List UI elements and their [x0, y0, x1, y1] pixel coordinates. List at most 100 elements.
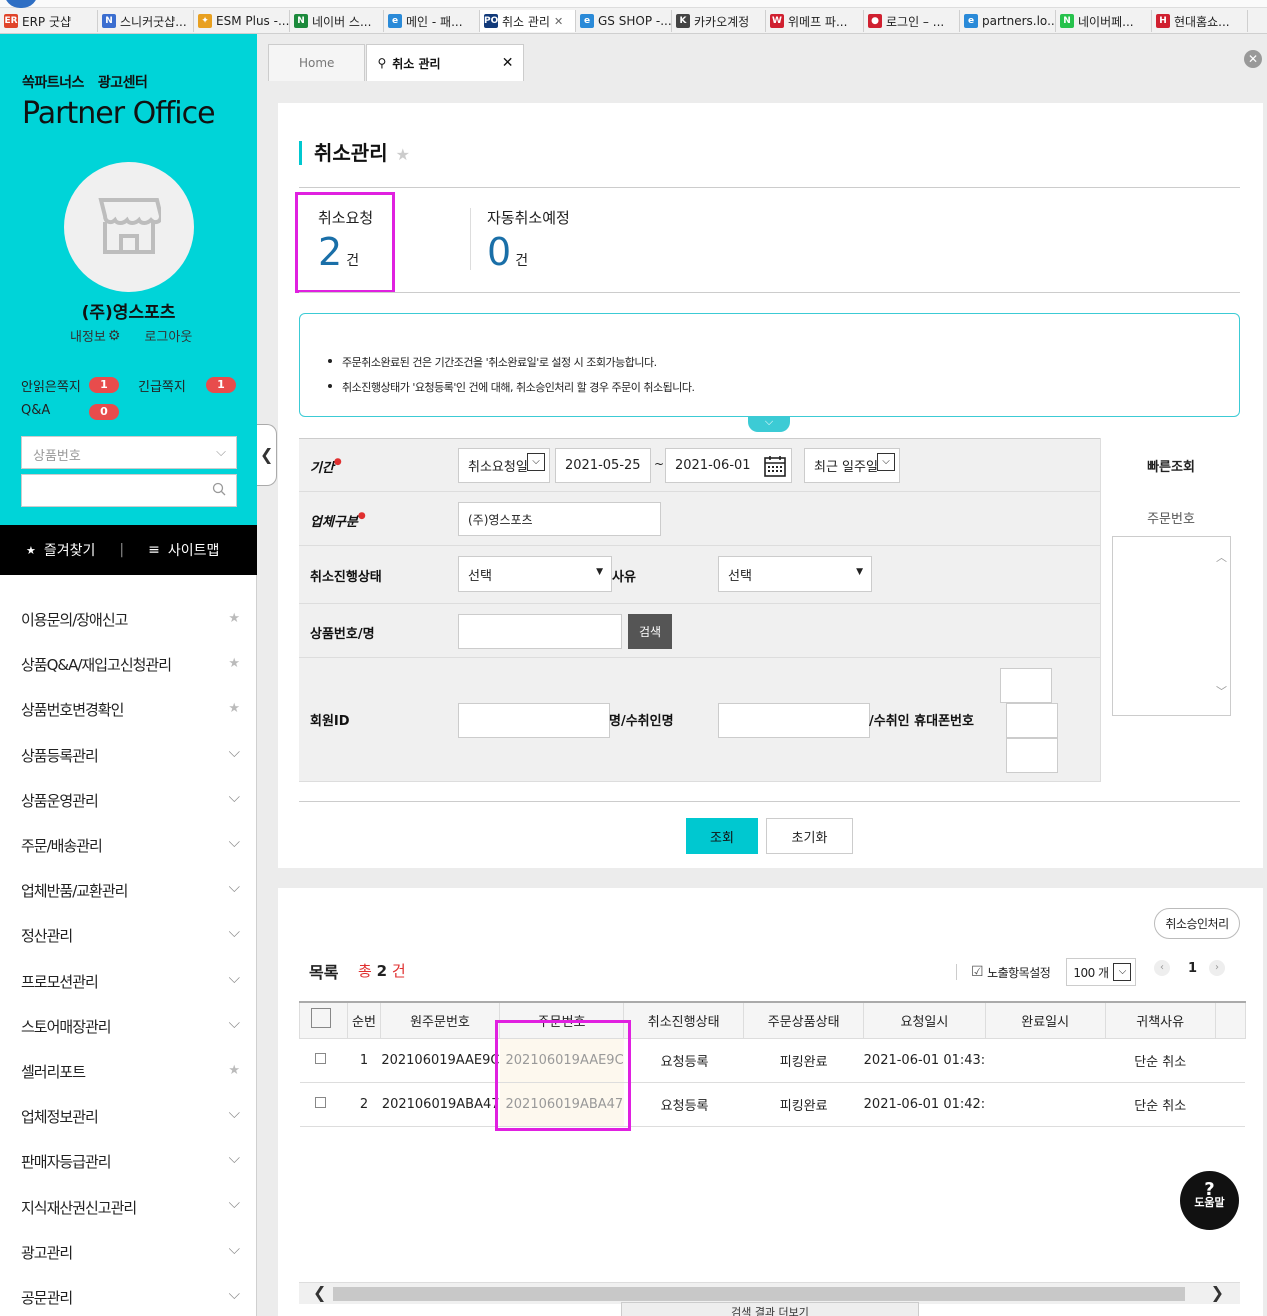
favorite-star-icon[interactable]: ★ — [396, 145, 410, 164]
browser-tab[interactable]: N 네이버페... — [1056, 10, 1152, 32]
col-header[interactable]: 귀책사유 — [1104, 1001, 1216, 1039]
status-select[interactable]: 선택 ▼ — [458, 556, 612, 592]
browser-tab[interactable]: e GS SHOP -... — [576, 10, 672, 32]
browser-tab[interactable]: N 네이버 스... — [290, 10, 384, 32]
sitemap-link[interactable]: 사이트맵 — [168, 540, 220, 560]
recipient-name-input[interactable] — [718, 703, 870, 738]
browser-tab[interactable]: ✦ ESM Plus -... — [194, 10, 290, 32]
sidebar-menu-item[interactable]: 주문/배송관리 ⌵ — [0, 823, 257, 868]
sidebar-menu-item[interactable]: 이용문의/장애신고 ★ — [0, 597, 257, 642]
date-from-input[interactable]: 2021-05-25 — [555, 448, 651, 483]
product-search-button[interactable]: 검색 — [628, 614, 672, 649]
next-page-icon[interactable]: › — [1209, 960, 1226, 976]
help-button[interactable]: ? 도움말 — [1180, 1171, 1239, 1230]
phone-part1-input[interactable] — [1000, 668, 1052, 703]
sidebar-menu-item[interactable]: 광고관리 ⌵ — [0, 1230, 257, 1275]
sidebar-menu-item[interactable]: 상품번호변경확인 ★ — [0, 687, 257, 732]
unread-messages-link[interactable]: 안읽은쪽지 — [21, 376, 81, 395]
browser-tab[interactable]: H 현대홈쇼... — [1152, 10, 1248, 32]
chevron-down-icon[interactable]: ⌵ — [229, 1240, 240, 1258]
display-settings-link[interactable]: 노출항목설정 — [987, 964, 1051, 981]
sidebar-menu-item[interactable]: 상품운영관리 ⌵ — [0, 778, 257, 823]
browser-tab[interactable]: e partners.lo... — [960, 10, 1056, 32]
sidebar-menu-item[interactable]: 셀러리포트 ★ — [0, 1049, 257, 1094]
table-row[interactable]: 1 202106019AAE9C 202106019AAE9C 요청등록 피킹완료 202… — [299, 1038, 1246, 1083]
reset-button[interactable]: 초기화 — [766, 818, 853, 854]
brand-ad-center-link[interactable]: 광고센터 — [98, 75, 148, 91]
browser-tab[interactable]: W 위메프 파... — [766, 10, 864, 32]
my-info-link[interactable]: 내정보 — [70, 326, 106, 345]
chevron-down-icon[interactable]: ⌵ — [229, 969, 240, 987]
phone-part2-input[interactable] — [1006, 703, 1058, 738]
select-all-checkbox[interactable] — [310, 1008, 331, 1029]
sidebar-menu-item[interactable]: 공문관리 ⌵ — [0, 1275, 257, 1316]
sidebar-menu-item[interactable]: 업체반품/교환관리 ⌵ — [0, 868, 257, 913]
period-preset-select[interactable]: 최근 일주일 ⌵ — [804, 448, 900, 483]
scrollbar-thumb[interactable] — [333, 1287, 1185, 1301]
star-icon[interactable]: ★ — [228, 611, 240, 626]
phone-part3-input[interactable] — [1006, 738, 1058, 773]
stat-auto-cancel[interactable]: 자동취소예정 0건 — [487, 207, 570, 274]
scroll-left-icon[interactable]: ❮ — [313, 1283, 326, 1302]
chevron-down-icon[interactable]: ⌵ — [229, 743, 240, 761]
info-collapse-toggle[interactable]: ⌵ — [748, 416, 790, 432]
browser-tab[interactable]: ● 로그인 – ... — [864, 10, 960, 32]
close-all-tabs-icon[interactable]: ✕ — [1244, 50, 1262, 68]
col-header[interactable]: 완료일시 — [984, 1001, 1106, 1039]
reason-select[interactable]: 선택 ▼ — [718, 556, 872, 592]
favorites-link[interactable]: 즐겨찾기 — [44, 540, 96, 560]
tab-home[interactable]: Home — [268, 44, 366, 81]
chevron-down-icon[interactable]: ⌵ — [229, 923, 240, 941]
browser-tab[interactable]: K 카카오계정 — [672, 10, 766, 32]
current-page[interactable]: 1 — [1188, 961, 1197, 976]
col-header[interactable]: 순번 — [347, 1001, 381, 1039]
sidebar-menu-item[interactable]: 정산관리 ⌵ — [0, 913, 257, 958]
scroll-up-icon[interactable]: ︿ — [1216, 549, 1227, 565]
browser-tab[interactable]: PO 취소 관리 ✕ — [480, 10, 576, 32]
chevron-down-icon[interactable]: ⌵ — [229, 878, 240, 896]
vendor-input[interactable]: (주)영스포츠 — [458, 502, 661, 536]
table-row[interactable]: 2 202106019ABA47 202106019ABA47 요청등록 피킹완료 202… — [299, 1082, 1246, 1127]
col-header[interactable]: 취소진행상태 — [623, 1001, 745, 1039]
page-size-select[interactable]: 100 개 ⌵ — [1066, 958, 1137, 986]
chevron-down-icon[interactable]: ⌵ — [229, 1104, 240, 1122]
gear-icon[interactable]: ⚙ — [108, 328, 121, 344]
sidebar-menu-item[interactable]: 지식재산권신고관리 ⌵ — [0, 1184, 257, 1229]
col-header[interactable]: 원주문번호 — [380, 1001, 500, 1039]
search-icon[interactable] — [212, 482, 226, 496]
col-header[interactable]: 요청일시 — [863, 1001, 986, 1039]
more-results-tab[interactable]: 검색 결과 더보기 — [621, 1302, 919, 1316]
scroll-right-icon[interactable]: ❯ — [1211, 1283, 1224, 1302]
member-id-input[interactable] — [458, 703, 610, 738]
check-icon[interactable]: ☑ — [971, 964, 984, 980]
qna-link[interactable]: Q&A — [21, 403, 50, 418]
star-icon[interactable]: ★ — [228, 701, 240, 716]
sidebar-menu-item[interactable]: 프로모션관리 ⌵ — [0, 959, 257, 1004]
product-input[interactable] — [458, 614, 622, 649]
pin-icon[interactable]: ⚲ — [377, 56, 386, 70]
close-icon[interactable]: ✕ — [502, 55, 514, 71]
chevron-down-icon[interactable]: ⌵ — [229, 1194, 240, 1212]
tab-cancel-management[interactable]: ⚲ 취소 관리 ✕ — [366, 44, 525, 81]
horizontal-scrollbar[interactable]: ❮ ❯ — [299, 1282, 1240, 1304]
chevron-down-icon[interactable]: ⌵ — [229, 1285, 240, 1303]
approve-cancel-button[interactable]: 취소승인처리 — [1154, 908, 1240, 939]
calendar-icon[interactable] — [763, 454, 787, 478]
sidebar-menu-item[interactable]: 스토어매장관리 ⌵ — [0, 1004, 257, 1049]
quick-order-textarea[interactable]: ︿ ﹀ — [1112, 536, 1231, 716]
star-icon[interactable]: ★ — [228, 1063, 240, 1078]
chevron-down-icon[interactable]: ⌵ — [229, 788, 240, 806]
urgent-messages-link[interactable]: 긴급쪽지 — [138, 376, 186, 395]
scroll-down-icon[interactable]: ﹀ — [1216, 683, 1227, 699]
brand-partners-link[interactable]: 쏙파트너스 — [22, 75, 84, 91]
chevron-down-icon[interactable]: ⌵ — [229, 833, 240, 851]
submit-search-button[interactable]: 조회 — [686, 818, 758, 854]
row-checkbox[interactable] — [315, 1052, 326, 1064]
date-to-input[interactable]: 2021-06-01 — [665, 448, 792, 483]
browser-tab[interactable]: N 스니커굿샵... — [98, 10, 194, 32]
period-type-select[interactable]: 취소요청일 ⌵ — [458, 448, 550, 483]
prev-page-icon[interactable]: ‹ — [1154, 960, 1170, 976]
chevron-down-icon[interactable]: ⌵ — [229, 1014, 240, 1032]
close-icon[interactable]: ✕ — [554, 15, 563, 28]
sidebar-menu-item[interactable]: 판매자등급관리 ⌵ — [0, 1139, 257, 1184]
